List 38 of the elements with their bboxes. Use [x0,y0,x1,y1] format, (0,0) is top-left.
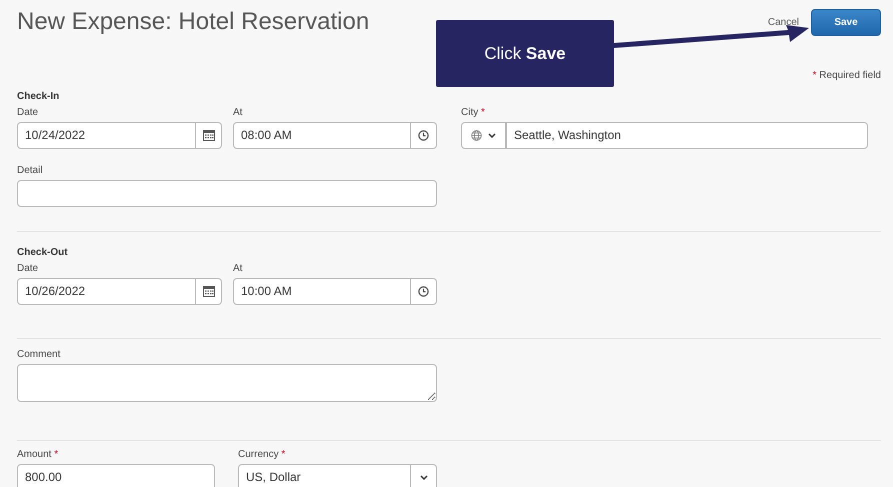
date-field[interactable]: 10/26/2022 [17,278,196,305]
clock-icon [418,130,429,141]
field-label: Date [17,106,40,118]
calendar-button[interactable] [196,122,222,149]
chevron-down-icon [420,474,428,480]
field-label: Detail [17,164,44,176]
field-label: Currency * [238,448,286,460]
currency-select[interactable]: US, Dollar [238,464,411,487]
clock-icon [418,286,429,297]
chevron-down-icon [488,132,496,138]
clock-button[interactable] [411,278,437,305]
section-heading: Check-In [17,90,60,104]
calendar-icon [202,130,214,141]
page-title: New Expense: Hotel Reservation [17,8,370,37]
cancel-link[interactable]: Cancel [768,15,799,30]
time-field[interactable]: 08:00 AM [233,122,411,149]
section-heading: Check-Out [17,246,69,260]
field-label: City * [461,106,486,118]
field-label: At [233,262,244,274]
required-field-note: * Required field [812,68,881,83]
calendar-button[interactable] [196,278,222,305]
field-label: At [233,106,244,118]
calendar-icon [202,286,214,297]
location-type-dropdown[interactable] [461,122,506,149]
comment-field[interactable] [17,364,437,402]
save-button[interactable]: Save [811,9,881,36]
city-field[interactable]: Seattle, Washington [506,122,868,149]
field-label: Comment [17,348,62,360]
field-label: Amount * [17,448,60,460]
detail-field[interactable] [17,180,437,207]
amount-field[interactable]: 800.00 [17,464,215,487]
globe-icon [471,130,482,141]
field-label: Date [17,262,40,274]
callout: Click Save [436,20,614,87]
time-field[interactable]: 10:00 AM [233,278,411,305]
date-field[interactable]: 10/24/2022 [17,122,196,149]
clock-button[interactable] [411,122,437,149]
dropdown-button[interactable] [411,464,437,487]
